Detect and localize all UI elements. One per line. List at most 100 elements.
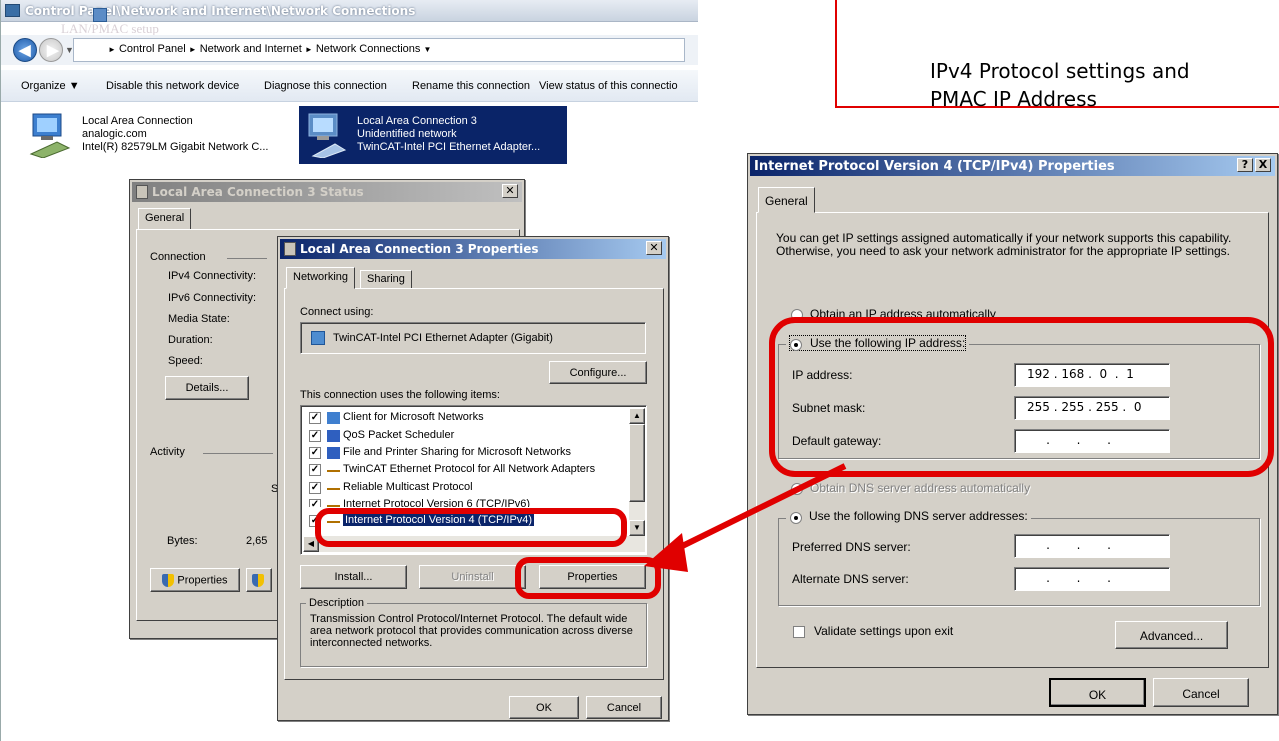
disable-button-partial[interactable] [246, 568, 272, 592]
status-title-bar: Local Area Connection 3 Status ✕ [132, 182, 522, 202]
bytes-sent-value: 2,65 [246, 535, 268, 547]
item-checkbox[interactable]: ✓ [309, 430, 321, 442]
close-button[interactable]: ✕ [502, 184, 518, 198]
view-status-button[interactable]: View status of this connectio [539, 80, 678, 92]
validate-label[interactable]: Validate settings upon exit [814, 624, 953, 638]
control-panel-icon [5, 4, 20, 17]
ipv4-item-highlight [315, 508, 627, 547]
group-divider [227, 258, 267, 259]
ipv4-connectivity-label: IPv4 Connectivity: [168, 270, 257, 282]
status-title: Local Area Connection 3 Status [152, 185, 364, 199]
close-button[interactable]: X [1255, 158, 1271, 172]
protocol-icon [327, 499, 340, 507]
tab-general[interactable]: General [758, 187, 815, 213]
breadcrumb-control-panel[interactable]: Control Panel [119, 43, 186, 55]
network-icon [284, 242, 296, 256]
configure-button[interactable]: Configure... [549, 361, 647, 384]
ipv4-title-bar: Internet Protocol Version 4 (TCP/IPv4) P… [750, 156, 1275, 176]
protocol-icon [327, 482, 340, 490]
address-bar: ◀ ▶ ▼ ► Control Panel ► Network and Inte… [1, 35, 698, 65]
ok-button[interactable]: OK [1049, 678, 1146, 707]
connection-item-lan1[interactable]: Local Area Connection analogic.com Intel… [25, 110, 287, 166]
tab-networking[interactable]: Networking [286, 267, 356, 289]
file-sharing-icon [327, 447, 340, 459]
tab-sharing[interactable]: Sharing [360, 270, 412, 289]
ipv6-connectivity-label: IPv6 Connectivity: [168, 292, 257, 304]
network-adapter-icon [303, 112, 349, 159]
media-state-label: Media State: [168, 313, 230, 325]
item-checkbox[interactable]: ✓ [309, 482, 321, 494]
breadcrumb-network-connections[interactable]: Network Connections [316, 43, 421, 55]
connection-item-lan3[interactable]: Local Area Connection 3 Unidentified net… [299, 106, 567, 164]
annotation-text: IPv4 Protocol settings and PMAC IP Addre… [930, 59, 1190, 111]
status-properties-button[interactable]: Properties [150, 568, 240, 592]
alternate-dns-field[interactable]: . . . [1014, 567, 1170, 591]
connection-name: Local Area Connection 3 [357, 115, 477, 127]
activity-group-label: Activity [150, 446, 185, 458]
arrow-shaft [658, 463, 847, 560]
validate-checkbox[interactable] [793, 626, 805, 638]
connection-status: analogic.com [82, 128, 147, 140]
items-label: This connection uses the following items… [300, 389, 500, 401]
connection-text: Local Area Connection 3 Unidentified net… [357, 115, 540, 154]
uninstall-button[interactable]: Uninstall [419, 565, 526, 589]
properties-title: Local Area Connection 3 Properties [300, 242, 539, 256]
back-button[interactable]: ◀ [13, 38, 37, 62]
details-button[interactable]: Details... [165, 376, 249, 400]
cancel-button[interactable]: Cancel [586, 696, 662, 719]
bytes-label: Bytes: [167, 535, 198, 547]
list-item[interactable]: ✓ Client for Microsoft Networks [305, 410, 625, 426]
close-button[interactable]: ✕ [646, 241, 662, 255]
install-button[interactable]: Install... [300, 565, 407, 589]
diagnose-button[interactable]: Diagnose this connection [264, 80, 387, 92]
advanced-button[interactable]: Advanced... [1115, 621, 1228, 649]
list-item[interactable]: ✓ TwinCAT Ethernet Protocol for All Netw… [305, 462, 625, 478]
properties-title-bar: Local Area Connection 3 Properties ✕ [280, 239, 666, 259]
description-text: Transmission Control Protocol/Internet P… [310, 613, 633, 649]
list-item[interactable]: ✓ Internet Protocol Version 6 (TCP/IPv6) [305, 497, 625, 507]
connection-adapter: TwinCAT-Intel PCI Ethernet Adapter... [357, 141, 541, 153]
help-button[interactable]: ? [1237, 158, 1253, 172]
command-toolbar: Organize ▼ Disable this network device D… [1, 70, 698, 102]
list-item[interactable]: ✓ Reliable Multicast Protocol [305, 480, 625, 496]
adapter-name: TwinCAT-Intel PCI Ethernet Adapter (Giga… [333, 332, 553, 344]
callout-arrow [644, 463, 847, 572]
forward-arrow-icon: ▶ [47, 42, 59, 59]
connection-status: Unidentified network [357, 128, 457, 140]
uac-shield-icon [251, 574, 264, 587]
network-folder-icon [93, 8, 107, 22]
forward-button[interactable]: ▶ [39, 38, 63, 62]
window-title: Control Panel\Network and Internet\Netwo… [25, 4, 416, 18]
speed-label: Speed: [168, 355, 203, 367]
item-checkbox[interactable]: ✓ [309, 499, 321, 507]
network-adapter-icon [27, 112, 73, 159]
connect-using-label: Connect using: [300, 306, 374, 318]
list-item[interactable]: ✓ QoS Packet Scheduler [305, 428, 625, 444]
breadcrumb[interactable]: ► Control Panel ► Network and Internet ►… [73, 38, 685, 62]
list-item[interactable]: ✓ File and Printer Sharing for Microsoft… [305, 445, 625, 461]
description-label: Description [306, 597, 368, 609]
intro-text: You can get IP settings assigned automat… [776, 231, 1232, 258]
protocol-icon [327, 464, 340, 472]
adapter-icon [311, 331, 325, 345]
duration-label: Duration: [168, 334, 213, 346]
annotation-box: IPv4 Protocol settings and PMAC IP Addre… [835, 0, 1279, 111]
group-divider [203, 453, 273, 454]
item-checkbox[interactable]: ✓ [309, 464, 321, 476]
rename-button[interactable]: Rename this connection [412, 80, 530, 92]
connection-group-label: Connection [150, 251, 206, 263]
item-checkbox[interactable]: ✓ [309, 447, 321, 459]
disable-device-button[interactable]: Disable this network device [106, 80, 239, 92]
cancel-button[interactable]: Cancel [1153, 678, 1249, 707]
breadcrumb-network-internet[interactable]: Network and Internet [200, 43, 302, 55]
uac-shield-icon [162, 574, 175, 587]
tab-general[interactable]: General [138, 208, 192, 230]
preferred-dns-field[interactable]: . . . [1014, 534, 1170, 558]
connection-name: Local Area Connection [82, 115, 193, 127]
ok-button[interactable]: OK [509, 696, 579, 719]
back-arrow-icon: ◀ [19, 42, 31, 59]
organize-menu[interactable]: Organize ▼ [21, 80, 80, 92]
connection-text: Local Area Connection analogic.com Intel… [82, 115, 268, 154]
arrow-head [644, 533, 688, 572]
item-checkbox[interactable]: ✓ [309, 412, 321, 424]
